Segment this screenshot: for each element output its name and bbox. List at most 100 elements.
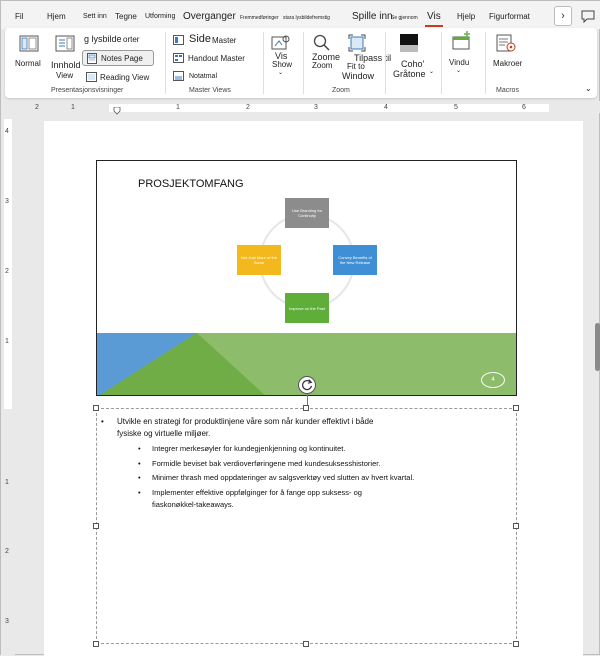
- group-presentation-views-label: Presentasjonsvisninger: [51, 87, 124, 94]
- ruler-number: 2: [5, 268, 9, 275]
- cycle-box-bottom: Improve on the Past: [285, 293, 329, 323]
- group-master-views-label: Master Views: [189, 87, 231, 94]
- macros-icon: [496, 34, 516, 52]
- show-icon: [271, 35, 290, 50]
- ribbon-separator: [385, 32, 386, 94]
- normal-view-icon: [19, 35, 39, 52]
- zoom-icon: [313, 34, 330, 51]
- cycle-box-left: Not Just More of the Same: [237, 245, 281, 275]
- cycle-box-right: Convey Benefits of the New Release: [333, 245, 377, 275]
- resize-handle[interactable]: [513, 641, 519, 647]
- ruler-number: 1: [5, 338, 9, 345]
- notes-master-icon: [173, 71, 184, 81]
- vertical-ruler-active-area: [4, 119, 12, 409]
- reading-view-button[interactable]: Reading View: [100, 73, 149, 82]
- ruler-number: 4: [5, 128, 9, 135]
- bullet-marker: •: [101, 417, 104, 426]
- resize-handle[interactable]: [93, 523, 99, 529]
- group-zoom-label: Zoom: [332, 87, 350, 94]
- window-button[interactable]: Vindu: [449, 58, 469, 67]
- fit-to-window-sublabel[interactable]: Fit to: [347, 62, 365, 71]
- ruler-number: 3: [314, 104, 318, 111]
- notes-subbullet-continued: fiaskonøkkel-takeaways.: [152, 500, 234, 509]
- normal-view-button[interactable]: Normal: [15, 59, 41, 68]
- notes-subbullet: Integrer merkesøyler for kundegjenkjenni…: [152, 444, 346, 453]
- tab-fil[interactable]: Fil: [15, 12, 23, 22]
- bullet-marker: •: [138, 444, 141, 453]
- resize-handle[interactable]: [93, 405, 99, 411]
- new-window-icon: [452, 31, 470, 50]
- resize-handle[interactable]: [513, 405, 519, 411]
- grayscale-dropdown-icon[interactable]: ⌄: [429, 68, 434, 75]
- handout-master-icon: [173, 53, 184, 63]
- ruler-number: 3: [5, 618, 9, 625]
- ruler-number: 2: [246, 104, 250, 111]
- outline-view-label[interactable]: Innhold: [51, 60, 81, 70]
- outline-view-sublabel[interactable]: View: [56, 71, 73, 80]
- cycle-box-top: Use Branding for Continuity: [285, 198, 329, 228]
- resize-handle[interactable]: [93, 641, 99, 647]
- tab-animasjoner[interactable]: Fremmedføringer: [240, 13, 279, 23]
- fit-to-window-sublabel2[interactable]: Window: [342, 71, 374, 81]
- resize-handle[interactable]: [303, 641, 309, 647]
- notes-line: fysiske og virtuelle miljøer.: [117, 429, 211, 438]
- ribbon-separator: [303, 32, 304, 94]
- tab-vis[interactable]: Vis: [427, 12, 441, 22]
- tab-lysbildefremvisning[interactable]: stara lysbildefremstig: [283, 13, 330, 23]
- tab-sett-inn[interactable]: Sett inn: [83, 12, 107, 22]
- slide-sorter-sublabel[interactable]: orter: [123, 35, 139, 44]
- active-tab-indicator: [425, 25, 443, 27]
- bullet-marker: •: [138, 488, 141, 497]
- ruler-number: 2: [35, 104, 39, 111]
- color-label[interactable]: Coho': [401, 59, 424, 69]
- slide-master-label[interactable]: Side: [189, 33, 211, 45]
- tab-overganger[interactable]: Overganger: [183, 12, 236, 22]
- ruler-number: 6: [522, 104, 526, 111]
- slide-master-icon: [173, 35, 184, 45]
- ribbon-separator: [485, 32, 486, 94]
- grayscale-icon: [400, 34, 418, 52]
- chevron-right-icon: ›: [561, 10, 565, 22]
- grayscale-label[interactable]: Gråtone: [393, 69, 426, 79]
- tab-spille-inn[interactable]: Spille inn: [352, 12, 393, 22]
- notes-subbullet: Minimer thrash med oppdateringer av salg…: [152, 473, 415, 482]
- resize-handle[interactable]: [513, 523, 519, 529]
- handout-master-button[interactable]: Handout Master: [188, 54, 245, 63]
- ruler-number: 1: [5, 479, 9, 486]
- ruler-number: 3: [5, 198, 9, 205]
- notes-master-button[interactable]: Notatmal: [189, 73, 217, 80]
- slide-master-sublabel[interactable]: Master: [212, 36, 236, 45]
- tab-se-gjennom[interactable]: Se gjennom: [391, 13, 418, 23]
- rotate-handle-icon[interactable]: [298, 376, 316, 394]
- macros-button[interactable]: Makroer: [493, 59, 522, 68]
- show-sublabel[interactable]: Show: [272, 60, 292, 69]
- group-macros-label: Macros: [496, 87, 519, 94]
- resize-handle[interactable]: [303, 405, 309, 411]
- notes-subbullet: Formidle beviset bak verdioverføringene …: [152, 459, 381, 468]
- slide-title: PROSJEKTOMFANG: [138, 178, 244, 190]
- more-tabs-button[interactable]: ›: [554, 6, 572, 26]
- window-dropdown-icon[interactable]: ⌄: [456, 67, 461, 74]
- vertical-scrollbar-thumb[interactable]: [595, 323, 600, 371]
- notes-page-button[interactable]: Notes Page: [82, 50, 154, 66]
- tab-hjelp[interactable]: Hjelp: [457, 12, 475, 22]
- outline-view-icon: [55, 35, 75, 52]
- show-dropdown-icon[interactable]: ⌄: [278, 69, 283, 76]
- notes-line: Utvikle en strategi for produktlinjene v…: [117, 417, 374, 426]
- tab-utforming[interactable]: Utforming: [145, 12, 175, 22]
- ruler-number: 2: [5, 548, 9, 555]
- reading-view-icon: [86, 72, 97, 82]
- ruler-number: 1: [71, 104, 75, 111]
- collapse-ribbon-icon[interactable]: ⌄: [585, 84, 592, 93]
- comment-icon[interactable]: [581, 9, 595, 23]
- slide-thumbnail[interactable]: PROSJEKTOMFANG Use Branding for Continui…: [96, 160, 517, 396]
- tab-tegne[interactable]: Tegne: [115, 12, 137, 22]
- tab-hjem[interactable]: Hjem: [47, 12, 66, 22]
- indent-marker-icon[interactable]: [113, 107, 121, 115]
- bullet-marker: •: [138, 459, 141, 468]
- notes-page-label: Notes Page: [101, 54, 143, 63]
- slide-sorter-label[interactable]: g lysbilde: [84, 34, 122, 44]
- horizontal-ruler-active-area: [109, 104, 549, 112]
- tab-figurformat[interactable]: Figurformat: [489, 12, 530, 22]
- zoom-sublabel[interactable]: Zoom: [312, 61, 332, 70]
